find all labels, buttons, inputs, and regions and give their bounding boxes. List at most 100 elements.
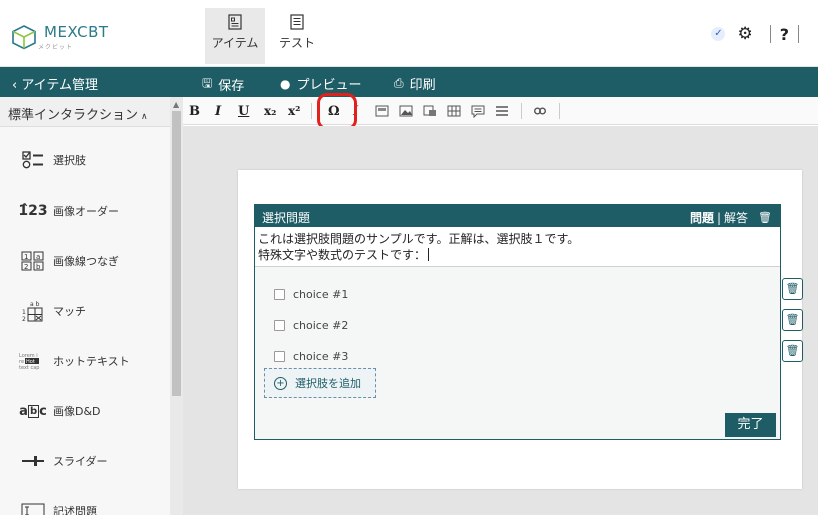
printer-icon: ⎙ — [394, 76, 404, 90]
link-icon — [534, 107, 546, 115]
table-button[interactable] — [447, 102, 461, 120]
sidebar-item-text-entry[interactable]: 記述問題 — [17, 496, 97, 515]
svg-text:2: 2 — [24, 263, 28, 271]
question-prompt-editor[interactable]: これは選択肢問題のサンプルです。正解は、選択肢１です。 特殊文字や数式のテストで… — [255, 227, 780, 267]
nav-test-label: テスト — [278, 36, 315, 50]
toolbar-divider — [311, 103, 312, 119]
sidebar-item-choice[interactable]: 選択肢 — [17, 145, 86, 175]
sidebar-item-hottext[interactable]: Lorem i re Hot text cap ホットテキスト — [17, 346, 130, 376]
choice-item[interactable]: choice #2 — [274, 316, 348, 334]
print-label: 印刷 — [409, 78, 436, 93]
media-button[interactable] — [423, 102, 437, 120]
brand-name: MEXCBT — [44, 23, 109, 41]
brand-subtitle: メクビット — [38, 44, 74, 51]
question-header: 選択問題 問題 | 解答 🗑 — [255, 205, 780, 227]
eye-icon: ● — [280, 76, 291, 91]
superscript-button[interactable]: x² — [288, 102, 300, 120]
save-button[interactable]: 🖫 保存 — [202, 74, 244, 95]
choice-checkbox[interactable] — [274, 319, 285, 331]
choice-checkbox[interactable] — [274, 350, 285, 362]
question-type-title: 選択問題 — [262, 211, 311, 225]
sidebar-scrollbar[interactable]: ▲ — [170, 97, 183, 515]
sidebar-item-slider[interactable]: スライダー — [17, 446, 108, 476]
scroll-up-arrow-icon[interactable]: ▲ — [173, 100, 179, 109]
logo[interactable]: MEXCBT メクビット — [10, 22, 109, 51]
sidebar-item-label: 記述問題 — [53, 505, 97, 515]
prompt-line-2: 特殊文字や数式のテストです： — [258, 248, 427, 262]
toolbar-divider — [521, 103, 522, 119]
image-button[interactable] — [375, 102, 389, 120]
sidebar-item-line-connect[interactable]: 1a2b 画像線つなぎ — [17, 246, 119, 276]
svg-text:b: b — [36, 263, 41, 271]
sidebar-category-label: 標準インタラクション — [8, 108, 139, 123]
sidebar-category-header[interactable]: 標準インタラクション ∧ — [0, 97, 170, 127]
prompt-line-1: これは選択肢問題のサンプルです。正解は、選択肢１です。 — [258, 232, 580, 246]
gear-icon[interactable]: ⚙ — [737, 24, 752, 44]
save-label: 保存 — [218, 79, 245, 94]
plus-circle-icon: + — [274, 376, 287, 390]
sidebar-item-image-order[interactable]: 1̂23 画像オーダー — [17, 196, 119, 226]
sidebar-item-label: 画像D&D — [53, 405, 101, 418]
interaction-sidebar: 標準インタラクション ∧ ▲ 選択肢 1̂23 画像オーダー 1a2b 画像線つな… — [0, 97, 183, 515]
svg-text:1: 1 — [22, 309, 26, 316]
check-status-icon[interactable]: ✓ — [711, 27, 726, 41]
nav-item-label: アイテム — [211, 36, 259, 50]
sidebar-item-label: ホットテキスト — [53, 355, 130, 368]
italic-button[interactable]: I — [215, 102, 221, 120]
nav-item-tab[interactable]: アイテム — [205, 8, 265, 64]
preview-button[interactable]: ● プレビュー — [280, 74, 362, 94]
insert-image-button[interactable] — [399, 102, 413, 120]
match-icon: a b 12 — [17, 300, 49, 322]
svg-text:a: a — [36, 253, 40, 261]
slider-icon — [17, 455, 49, 467]
print-button[interactable]: ⎙ 印刷 — [394, 74, 436, 93]
subscript-button[interactable]: x₂ — [264, 102, 276, 120]
choice-checkbox[interactable] — [274, 288, 285, 300]
sidebar-item-match[interactable]: a b 12 マッチ — [17, 296, 86, 326]
order-123-icon: 1̂23 — [18, 203, 48, 219]
delete-choice-2-button[interactable]: 🗑 — [782, 309, 803, 331]
svg-text:a b: a b — [30, 301, 40, 308]
divider — [769, 25, 771, 43]
nav-test-tab[interactable]: テスト — [267, 8, 327, 64]
bold-button[interactable]: B — [189, 102, 200, 120]
choice-item[interactable]: choice #3 — [274, 347, 348, 365]
choice-icon — [17, 151, 49, 169]
scrollbar-thumb[interactable] — [172, 111, 181, 396]
delete-choice-1-button[interactable]: 🗑 — [782, 278, 803, 300]
tab-question[interactable]: 問題 — [690, 209, 714, 226]
choice-item[interactable]: choice #1 — [274, 285, 348, 303]
text-entry-icon — [17, 503, 49, 515]
sidebar-item-label: 選択肢 — [53, 154, 86, 167]
lines-icon — [496, 106, 508, 116]
media-icon — [423, 105, 436, 116]
svg-text:1: 1 — [24, 253, 28, 261]
comment-button[interactable] — [471, 102, 485, 120]
drag-drop-icon: abc — [19, 403, 47, 419]
add-choice-label: 選択肢を追加 — [295, 377, 361, 390]
divider — [798, 25, 799, 43]
add-choice-button[interactable]: + 選択肢を追加 — [264, 368, 376, 398]
top-right-tools: ✓ ⚙ ? — [711, 24, 808, 44]
picture-icon — [399, 105, 413, 117]
underline-button[interactable]: U — [238, 102, 249, 120]
align-button[interactable] — [495, 102, 509, 120]
trash-icon[interactable]: 🗑 — [758, 211, 772, 224]
sidebar-item-image-dnd[interactable]: abc 画像D&D — [17, 396, 101, 426]
sidebar-item-label: 画像線つなぎ — [53, 255, 119, 268]
choice-label[interactable]: choice #2 — [293, 319, 348, 332]
choice-question-panel: 選択問題 問題 | 解答 🗑 これは選択肢問題のサンプルです。正解は、選択肢１で… — [254, 204, 781, 440]
tab-answer[interactable]: 解答 — [724, 209, 748, 226]
choice-label[interactable]: choice #1 — [293, 288, 348, 301]
choice-label[interactable]: choice #3 — [293, 350, 348, 363]
delete-choice-3-button[interactable]: 🗑 — [782, 340, 803, 362]
link-button[interactable] — [533, 102, 547, 120]
help-button[interactable]: ? — [780, 25, 789, 44]
sidebar-item-label: 画像オーダー — [53, 205, 119, 218]
action-bar: ‹ アイテム管理 🖫 保存 ● プレビュー ⎙ 印刷 — [0, 67, 818, 97]
tab-divider: | — [716, 210, 722, 225]
done-button[interactable]: 完了 — [725, 413, 776, 437]
table-icon — [447, 105, 461, 117]
back-to-item-management-link[interactable]: ‹ アイテム管理 — [12, 74, 98, 93]
app-window: MEXCBT メクビット アイテム テスト ✓ ⚙ ? ‹ アイテム管理 🖫 保… — [0, 0, 818, 515]
